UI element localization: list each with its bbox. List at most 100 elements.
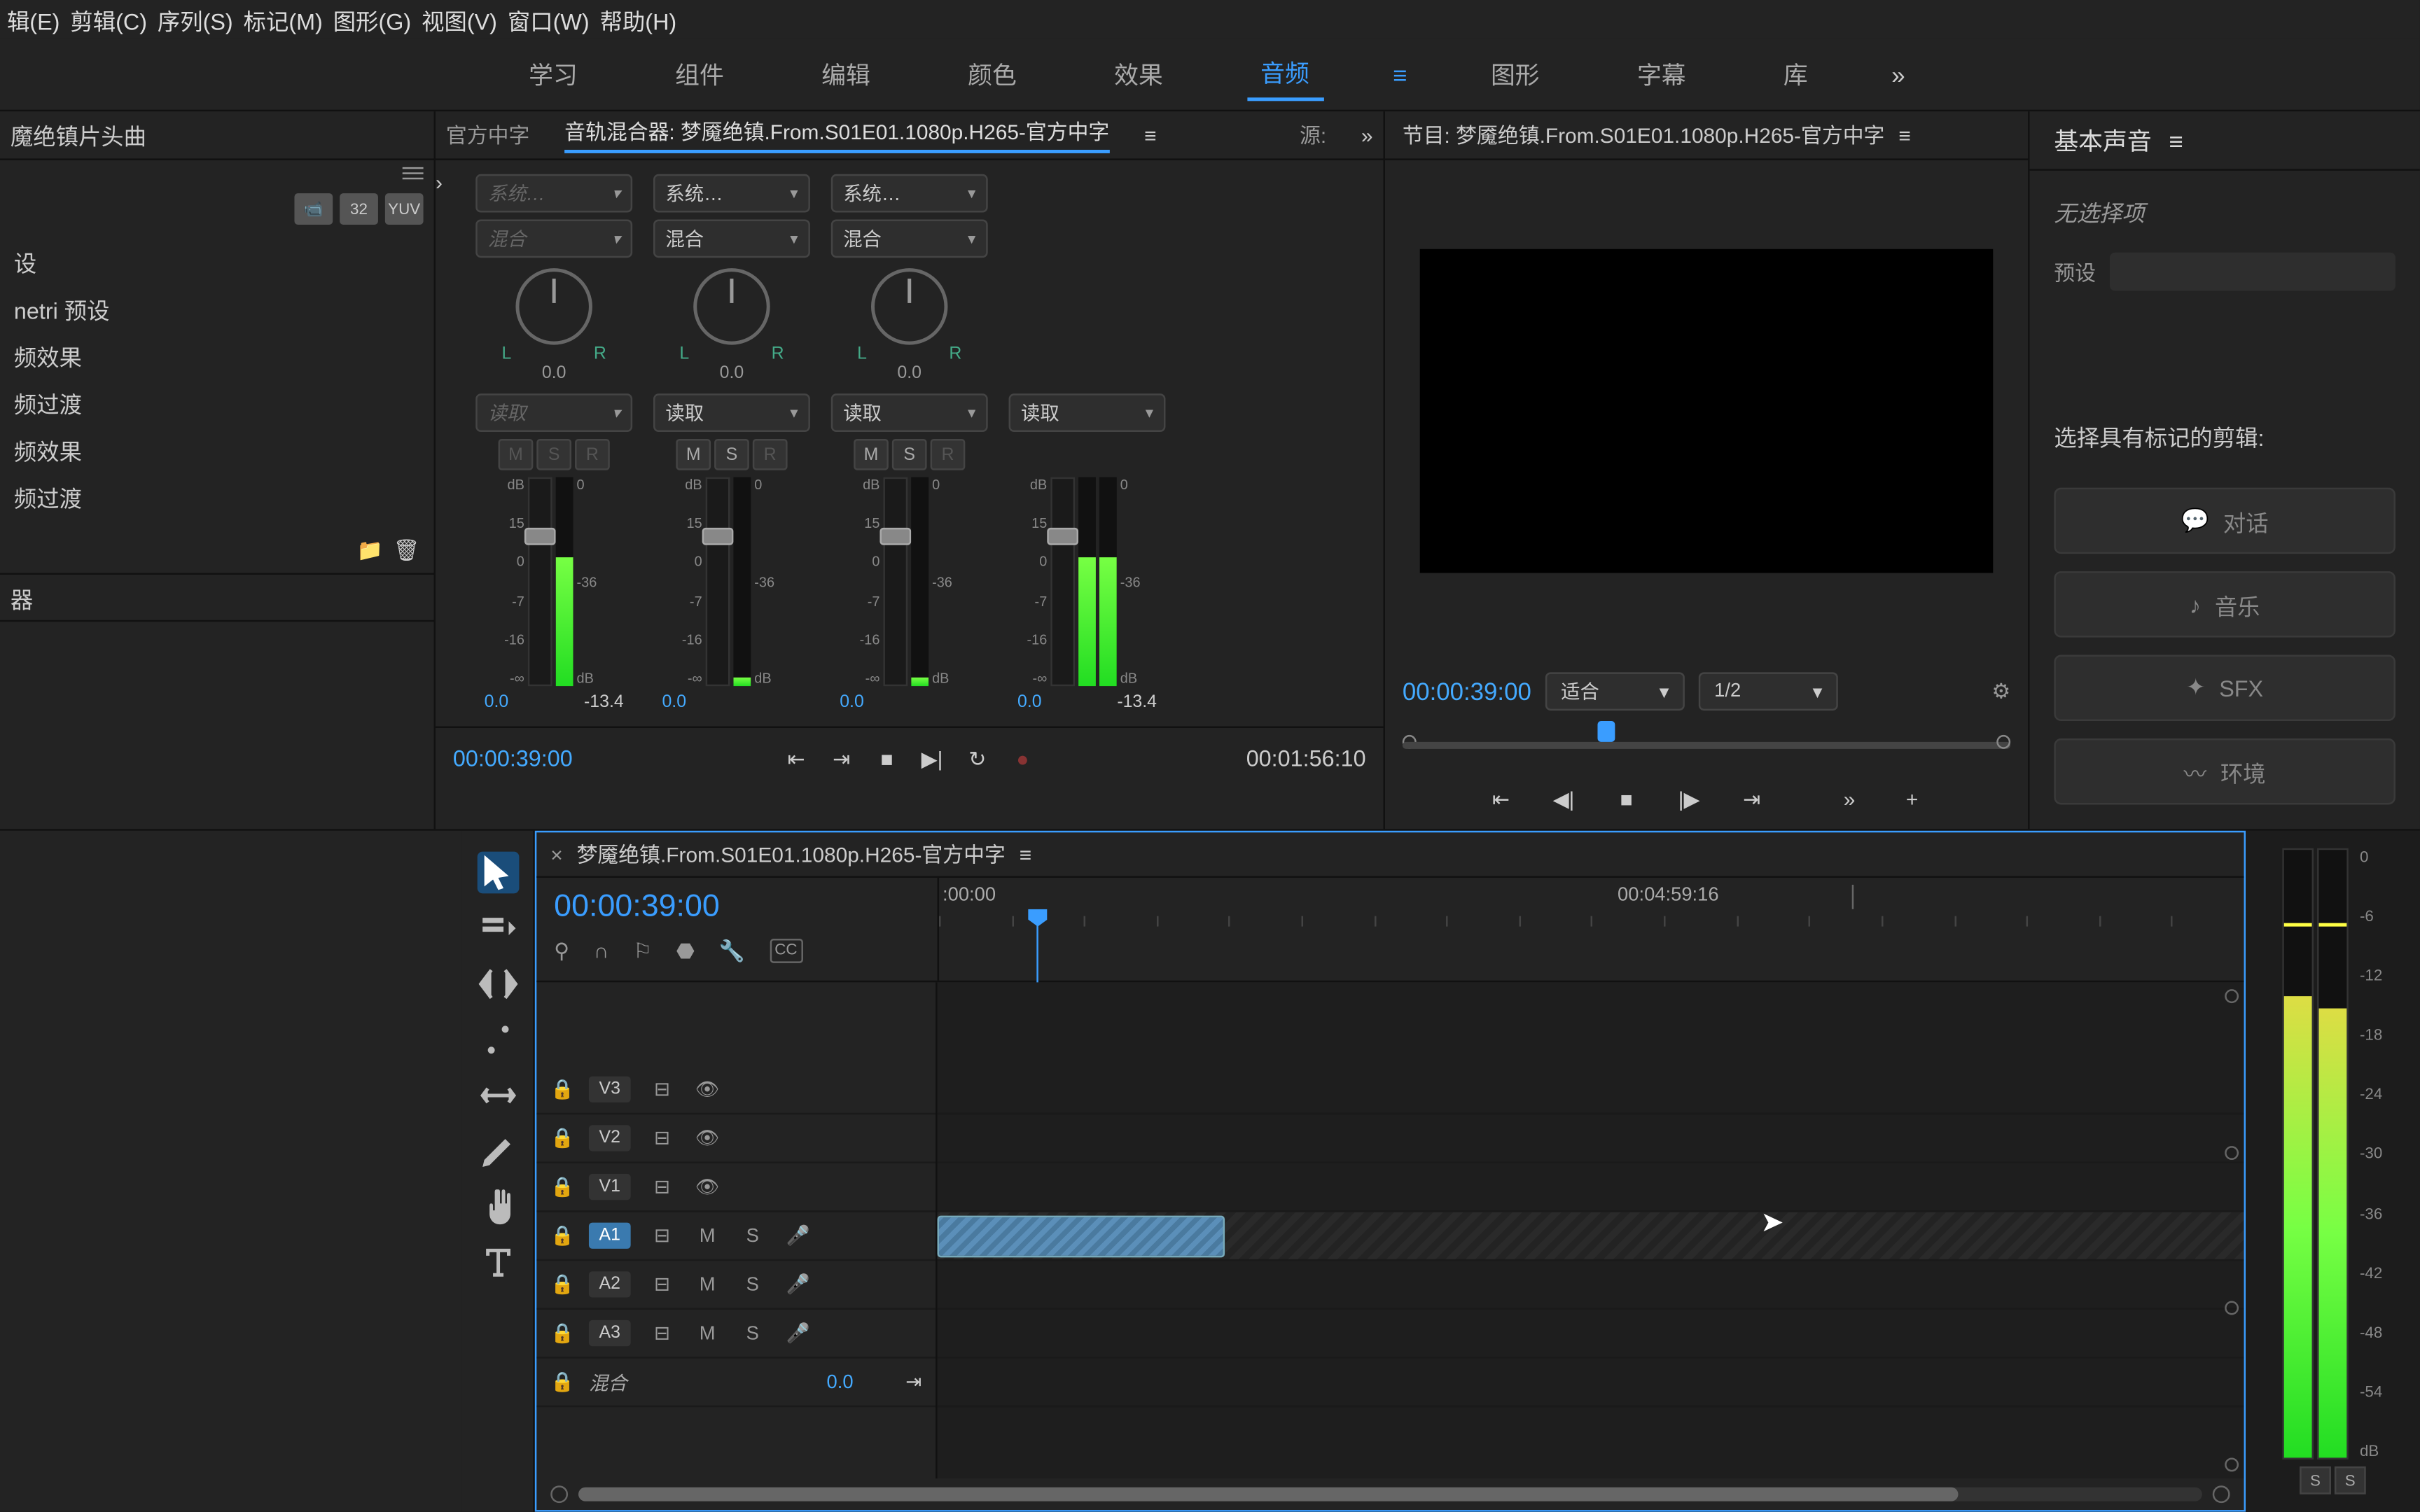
- magnet-icon[interactable]: ∩: [594, 939, 609, 963]
- workspace-tab[interactable]: 效果: [1100, 50, 1176, 99]
- audio-track-header[interactable]: 🔒A3⊟MS🎤: [536, 1310, 936, 1359]
- workspace-tab[interactable]: 库: [1769, 50, 1822, 99]
- play-icon[interactable]: ▶|: [918, 745, 946, 773]
- zoom-dropdown[interactable]: 适合▾: [1545, 672, 1685, 710]
- automation-dropdown[interactable]: 读取▾: [475, 393, 632, 432]
- mute-toggle[interactable]: M: [693, 1225, 721, 1246]
- workspace-tab[interactable]: 字幕: [1623, 50, 1699, 99]
- expand-icon[interactable]: ›: [436, 171, 443, 195]
- program-scrubber[interactable]: [1403, 728, 2010, 763]
- menu-item[interactable]: 窗口(W): [508, 3, 590, 36]
- solo-button[interactable]: S: [892, 439, 927, 470]
- timeline-timecode[interactable]: 00:00:39:00: [554, 888, 919, 925]
- razor-tool[interactable]: [476, 1018, 518, 1060]
- video-track-header[interactable]: 🔒V1⊟👁: [536, 1163, 936, 1212]
- menu-item[interactable]: 标记(M): [244, 3, 323, 36]
- visibility-icon[interactable]: 👁: [693, 1175, 721, 1198]
- type-tool[interactable]: [476, 1242, 518, 1284]
- mute-toggle[interactable]: M: [693, 1323, 721, 1344]
- tree-item[interactable]: netri 预设: [0, 286, 434, 332]
- mix-dropdown[interactable]: 混合▾: [475, 219, 632, 258]
- track-lane[interactable]: [938, 1066, 2244, 1115]
- overflow-icon[interactable]: »: [1361, 122, 1373, 147]
- panel-menu-icon[interactable]: [403, 167, 424, 179]
- visibility-icon[interactable]: 👁: [693, 1127, 721, 1149]
- ambience-button[interactable]: 〰环境: [2054, 738, 2395, 805]
- sync-lock-icon[interactable]: ⊟: [648, 1322, 676, 1344]
- record-button[interactable]: R: [753, 439, 788, 470]
- panel-menu-icon[interactable]: ≡: [1144, 122, 1156, 147]
- tree-item[interactable]: 频效果: [0, 427, 434, 474]
- solo-button[interactable]: S: [714, 439, 749, 470]
- tree-item[interactable]: 设: [0, 239, 434, 286]
- selection-tool[interactable]: [476, 852, 518, 894]
- menu-item[interactable]: 图形(G): [333, 3, 411, 36]
- workspace-tab-active[interactable]: 音频: [1246, 48, 1323, 100]
- track-lane[interactable]: [938, 1212, 2244, 1261]
- panel-menu-icon[interactable]: ≡: [2169, 126, 2183, 154]
- workspace-tab[interactable]: 组件: [661, 50, 737, 99]
- solo-right-button[interactable]: S: [2335, 1466, 2366, 1494]
- go-to-out-icon[interactable]: ⇥: [828, 745, 856, 773]
- stop-icon[interactable]: ■: [1611, 784, 1642, 816]
- mark-in-icon[interactable]: ⇤: [1485, 784, 1517, 816]
- volume-fader[interactable]: [883, 477, 908, 687]
- mark-out-icon[interactable]: ⇥: [1736, 784, 1767, 816]
- panel-menu-icon[interactable]: ≡: [1020, 842, 1031, 867]
- mute-button[interactable]: M: [676, 439, 711, 470]
- tree-item[interactable]: 频过渡: [0, 474, 434, 521]
- wrench-icon[interactable]: 🔧: [719, 939, 745, 963]
- loop-icon[interactable]: ↻: [964, 745, 992, 773]
- workspace-settings-icon[interactable]: ≡: [1393, 60, 1407, 88]
- menu-item[interactable]: 帮助(H): [600, 3, 677, 36]
- volume-fader[interactable]: [528, 477, 552, 687]
- mix-value[interactable]: 0.0: [827, 1371, 854, 1392]
- stop-icon[interactable]: ■: [872, 745, 900, 773]
- volume-fader[interactable]: [1050, 477, 1075, 687]
- audio-track-header[interactable]: 🔒A1⊟MS🎤: [536, 1212, 936, 1261]
- solo-toggle[interactable]: S: [739, 1323, 767, 1344]
- mute-button[interactable]: M: [499, 439, 534, 470]
- tree-item[interactable]: 频过渡: [0, 379, 434, 426]
- automation-dropdown[interactable]: 读取▾: [653, 393, 810, 432]
- yuv-icon[interactable]: YUV: [385, 193, 424, 225]
- lock-icon[interactable]: 🔒: [550, 1127, 571, 1149]
- jump-icon[interactable]: ⇥: [905, 1371, 922, 1393]
- close-sequence-icon[interactable]: ×: [550, 842, 562, 867]
- record-icon[interactable]: ●: [1009, 745, 1037, 773]
- solo-button[interactable]: S: [536, 439, 571, 470]
- sync-lock-icon[interactable]: ⊟: [648, 1273, 676, 1296]
- linked-selection-icon[interactable]: ⚐: [633, 939, 652, 963]
- menu-item[interactable]: 序列(S): [158, 3, 233, 36]
- output-dropdown[interactable]: 系统…▾: [475, 174, 632, 213]
- workspace-overflow-icon[interactable]: »: [1891, 60, 1905, 88]
- output-dropdown[interactable]: 系统…▾: [831, 174, 988, 213]
- lock-icon[interactable]: 🔒: [550, 1322, 571, 1344]
- marker-icon[interactable]: ⬣: [676, 939, 695, 963]
- folder-icon[interactable]: 📁: [357, 538, 383, 563]
- sync-lock-icon[interactable]: ⊟: [648, 1127, 676, 1149]
- pan-knob[interactable]: [871, 268, 947, 344]
- voice-over-icon[interactable]: 🎤: [784, 1322, 812, 1344]
- timecode[interactable]: 00:00:39:00: [453, 746, 573, 771]
- mix-dropdown[interactable]: 混合▾: [831, 219, 988, 258]
- mute-toggle[interactable]: M: [693, 1274, 721, 1295]
- menu-item[interactable]: 辑(E): [7, 3, 60, 36]
- lock-icon[interactable]: 🔒: [550, 1175, 571, 1198]
- horizontal-scrollbar[interactable]: [536, 1478, 2244, 1510]
- track-lane[interactable]: [938, 1261, 2244, 1310]
- step-back-icon[interactable]: ◀|: [1548, 784, 1580, 816]
- play-icon[interactable]: |▶: [1674, 784, 1705, 816]
- record-button[interactable]: R: [575, 439, 610, 470]
- track-lane[interactable]: [938, 1359, 2244, 1408]
- hand-tool[interactable]: [476, 1186, 518, 1228]
- dialogue-button[interactable]: 💬对话: [2054, 488, 2395, 554]
- automation-dropdown[interactable]: 读取▾: [831, 393, 988, 432]
- ripple-edit-tool[interactable]: [476, 963, 518, 1005]
- music-button[interactable]: ♪音乐: [2054, 571, 2395, 638]
- voice-over-icon[interactable]: 🎤: [784, 1273, 812, 1296]
- program-timecode[interactable]: 00:00:39:00: [1403, 678, 1531, 706]
- solo-left-button[interactable]: S: [2300, 1466, 2331, 1494]
- mixer-tab-active[interactable]: 音轨混合器: 梦魇绝镇.From.S01E01.1080p.H265-官方中字: [564, 117, 1109, 153]
- solo-toggle[interactable]: S: [739, 1225, 767, 1246]
